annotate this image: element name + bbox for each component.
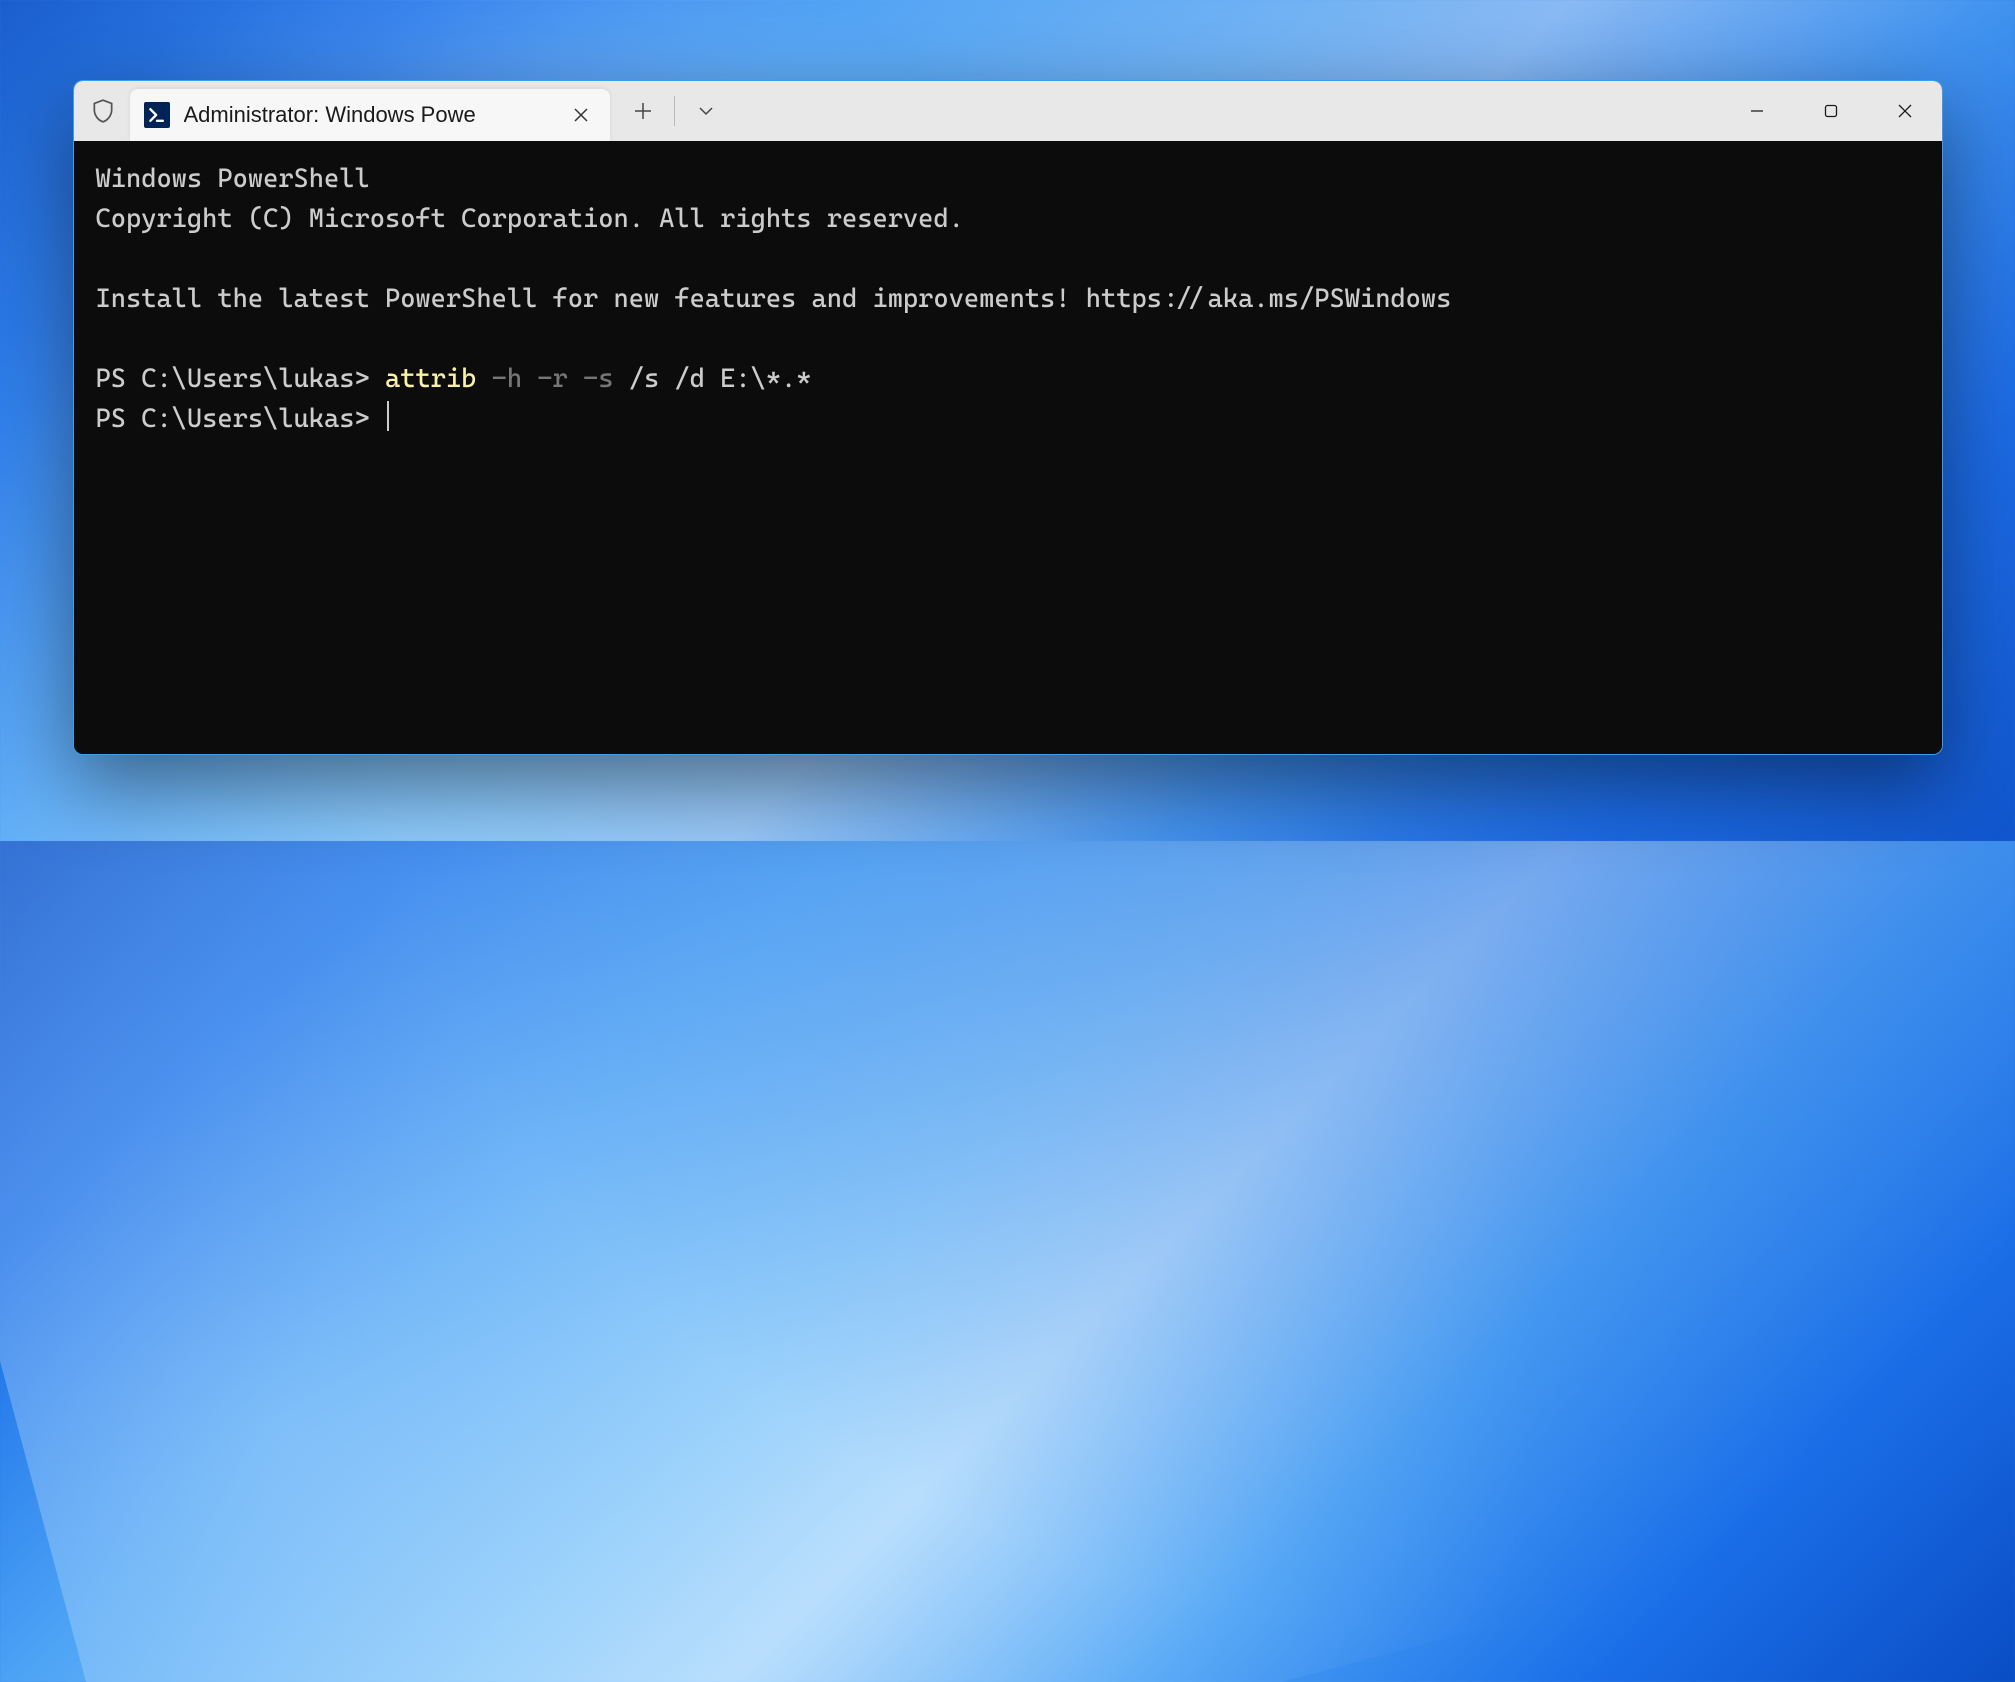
titlebar-drag-area[interactable]	[731, 81, 1720, 141]
maximize-icon	[1824, 104, 1838, 118]
close-icon	[573, 107, 589, 123]
maximize-button[interactable]	[1794, 81, 1868, 141]
tab-title: Administrator: Windows Powe	[184, 102, 556, 128]
tab-close-button[interactable]	[566, 100, 596, 130]
command-flags: -h -r -s	[476, 364, 613, 394]
command-args: /s /d E:\*.*	[613, 364, 811, 394]
plus-icon	[634, 102, 652, 120]
command-name: attrib	[385, 364, 476, 394]
divider	[674, 96, 675, 126]
output-line: Windows PowerShell	[96, 164, 370, 194]
active-tab[interactable]: Administrator: Windows Powe	[130, 89, 610, 141]
terminal-output[interactable]: Windows PowerShell Copyright (C) Microso…	[74, 141, 1942, 754]
window-controls	[1720, 81, 1942, 141]
close-window-button[interactable]	[1868, 81, 1942, 141]
new-tab-button[interactable]	[618, 91, 668, 131]
powershell-icon	[144, 102, 170, 128]
output-line: Copyright (C) Microsoft Corporation. All…	[96, 204, 964, 234]
window-titlebar[interactable]: Administrator: Windows Powe	[74, 81, 1942, 141]
terminal-window: Administrator: Windows Powe	[73, 80, 1943, 755]
titlebar-left: Administrator: Windows Powe	[74, 81, 610, 141]
close-icon	[1897, 103, 1913, 119]
prompt-prefix: PS C:\Users\lukas>	[96, 364, 385, 394]
profile-dropdown-button[interactable]	[681, 91, 731, 131]
prompt-prefix: PS C:\Users\lukas>	[96, 404, 385, 434]
output-line: Install the latest PowerShell for new fe…	[96, 284, 1452, 314]
minimize-button[interactable]	[1720, 81, 1794, 141]
terminal-cursor	[387, 401, 389, 431]
chevron-down-icon	[698, 106, 714, 116]
titlebar-actions	[610, 81, 731, 141]
minimize-icon	[1749, 103, 1765, 119]
shield-icon	[90, 98, 116, 124]
